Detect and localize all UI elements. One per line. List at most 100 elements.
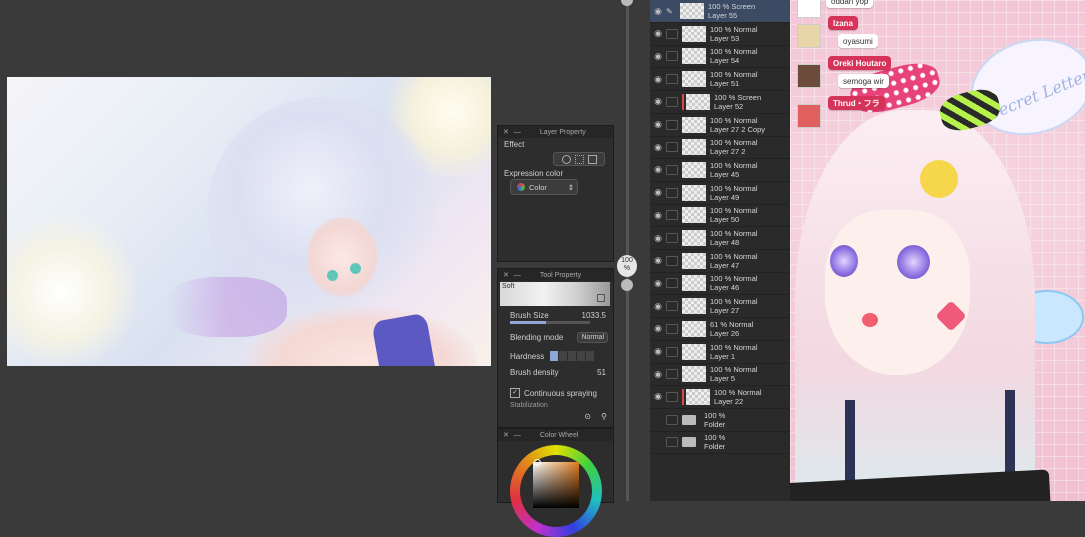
hue-picker[interactable] (534, 459, 541, 466)
eye-icon[interactable]: ◉ (650, 164, 666, 175)
zoom-slider-track[interactable] (626, 0, 629, 501)
layer-row[interactable]: 100 % Folder (650, 409, 790, 432)
layer-row[interactable]: ◉ 100 % Normal Layer 50 (650, 204, 790, 228)
tone-effect-icon[interactable] (574, 154, 584, 164)
hardness-row[interactable]: Hardness (510, 351, 608, 361)
minimize-icon[interactable]: — (514, 432, 521, 439)
artwork-canvas[interactable] (7, 77, 491, 366)
lock-icon[interactable] (666, 210, 678, 221)
eye-icon[interactable]: ◉ (650, 346, 666, 357)
layer-row[interactable]: ◉ 100 % Normal Layer 49 (650, 182, 790, 205)
brush-preview[interactable]: Soft (500, 282, 610, 306)
layer-row[interactable]: ◉ 100 % Normal Layer 27 2 (650, 136, 790, 160)
layer-info: 61 % Normal Layer 26 (710, 320, 753, 338)
eye-icon[interactable]: ◉ (650, 369, 666, 380)
layer-info: 100 % Normal Layer 27 (710, 297, 758, 315)
layer-row[interactable]: ◉ 100 % Normal Layer 27 (650, 295, 790, 319)
lock-icon[interactable] (666, 119, 678, 130)
layer-name: Layer 45 (710, 169, 740, 179)
layer-row[interactable]: ◉ 100 % Normal Layer 27 2 Copy (650, 114, 790, 137)
pencil-icon[interactable]: ✎ (666, 7, 676, 16)
brush-density-value[interactable]: 51 (597, 368, 606, 377)
layer-row[interactable]: ◉ 100 % Normal Layer 53 (650, 23, 790, 46)
layer-row[interactable]: ◉ 100 % Normal Layer 54 (650, 45, 790, 69)
continuous-spraying-row[interactable]: ✓ Continuous spraying (510, 388, 597, 398)
lock-icon[interactable] (666, 233, 678, 243)
canvas-area[interactable] (0, 0, 497, 501)
layer-color-icon[interactable] (587, 154, 597, 164)
eye-icon[interactable]: ◉ (650, 210, 666, 221)
brush-size-slider[interactable] (510, 321, 590, 324)
eye-icon[interactable]: ◉ (650, 96, 666, 107)
lock-icon[interactable] (666, 369, 678, 380)
layer-list[interactable]: ◉ ✎ 100 % Screen Layer 55 ◉ 100 % Normal Layer… (650, 0, 790, 501)
eye-icon[interactable]: ◉ (650, 119, 666, 130)
eye-icon[interactable]: ◉ (650, 28, 666, 39)
expression-color-select[interactable]: Color ⇕ (510, 179, 578, 195)
hardness-steps[interactable] (550, 351, 594, 361)
eye-icon[interactable]: ◉ (650, 301, 666, 312)
eye-icon[interactable]: ◉ (650, 391, 666, 402)
chat-avatar (797, 0, 821, 18)
eye-icon[interactable]: ◉ (650, 6, 666, 17)
eye-icon[interactable]: ◉ (650, 187, 666, 198)
layer-row[interactable]: ◉ 100 % Normal Layer 45 (650, 159, 790, 182)
layer-row[interactable]: ◉ 100 % Normal Layer 22 (650, 386, 790, 409)
lock-icon[interactable] (666, 437, 678, 448)
circle-effect-icon[interactable] (561, 154, 571, 164)
layer-row[interactable]: ◉ 100 % Screen Layer 52 (650, 91, 790, 114)
brush-size-row[interactable]: Brush Size 1033.5 (510, 311, 606, 320)
lock-icon[interactable] (666, 255, 678, 266)
lock-icon[interactable] (666, 323, 678, 334)
brush-size-value[interactable]: 1033.5 (582, 311, 606, 320)
lock-icon[interactable] (666, 74, 678, 85)
close-icon[interactable]: ✕ (503, 271, 509, 279)
lock-icon[interactable] (666, 187, 678, 198)
eye-icon[interactable]: ◉ (650, 51, 666, 62)
layer-name: Layer 54 (710, 56, 740, 66)
lock-icon[interactable] (666, 414, 678, 425)
eye-icon[interactable]: ◉ (650, 255, 666, 266)
settings-icon[interactable]: ⊙ (584, 412, 591, 421)
search-icon[interactable]: ⚲ (601, 412, 607, 421)
layer-row[interactable]: ◉ 100 % Normal Layer 46 (650, 272, 790, 296)
lock-icon[interactable] (666, 346, 678, 357)
layer-row[interactable]: ◉ 100 % Normal Layer 51 (650, 68, 790, 92)
lock-icon[interactable] (666, 164, 678, 175)
zoom-slider-thumb-top[interactable] (621, 0, 633, 6)
eye-icon[interactable]: ◉ (650, 323, 666, 334)
lock-icon[interactable] (666, 391, 678, 402)
minimize-icon[interactable]: — (514, 129, 521, 136)
close-icon[interactable]: ✕ (503, 431, 509, 439)
eye-icon[interactable]: ◉ (650, 278, 666, 289)
blending-mode-select[interactable]: Normal (577, 332, 608, 343)
layer-row[interactable]: ◉ ✎ 100 % Screen Layer 55 (650, 0, 790, 23)
lock-icon[interactable] (666, 51, 678, 62)
lock-icon[interactable] (666, 278, 678, 289)
lock-icon[interactable] (666, 28, 678, 39)
layer-row[interactable]: ◉ 100 % Normal Layer 1 (650, 341, 790, 364)
star-hairclip (920, 160, 958, 198)
lock-icon[interactable] (666, 142, 678, 153)
eye-icon[interactable]: ◉ (650, 74, 666, 85)
blending-mode-row[interactable]: Blending mode Normal (510, 332, 608, 343)
close-icon[interactable]: ✕ (503, 128, 509, 136)
layer-opacity-mode: 100 % Normal (710, 160, 758, 170)
layer-thumbnail (682, 343, 706, 360)
checkbox-icon[interactable]: ✓ (510, 388, 520, 398)
eye-icon[interactable]: ◉ (650, 233, 666, 244)
minimize-icon[interactable]: — (514, 272, 521, 279)
lock-icon[interactable] (666, 301, 678, 312)
lock-icon[interactable] (666, 96, 678, 107)
lock-icon[interactable] (597, 294, 605, 302)
effect-buttons[interactable] (553, 152, 605, 166)
saturation-value-square[interactable] (533, 462, 579, 508)
layer-row[interactable]: 100 % Folder (650, 431, 790, 455)
eye-icon[interactable]: ◉ (650, 142, 666, 153)
zoom-slider-thumb[interactable] (621, 279, 633, 291)
layer-row[interactable]: ◉ 61 % Normal Layer 26 (650, 318, 790, 341)
layer-row[interactable]: ◉ 100 % Normal Layer 47 (650, 250, 790, 273)
layer-row[interactable]: ◉ 100 % Normal Layer 48 (650, 227, 790, 250)
brush-density-row[interactable]: Brush density 51 (510, 368, 606, 377)
layer-row[interactable]: ◉ 100 % Normal Layer 5 (650, 363, 790, 387)
